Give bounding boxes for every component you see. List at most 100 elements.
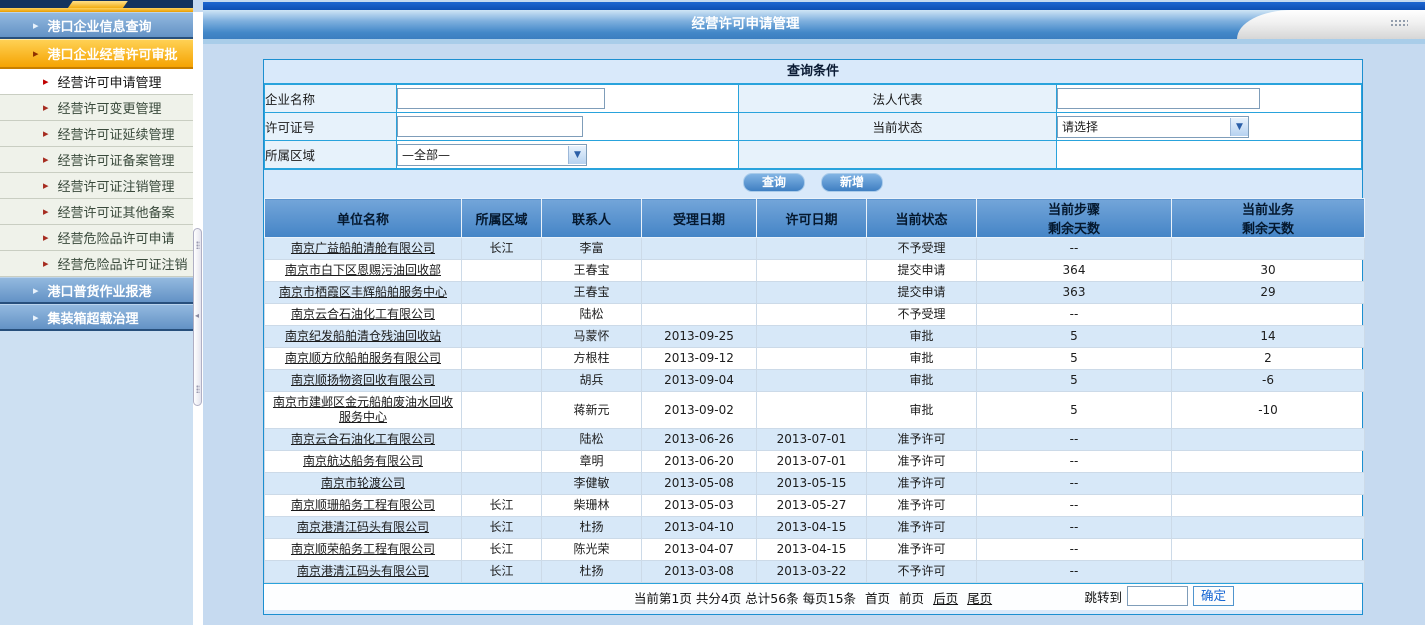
sidebar-subitem-1[interactable]: ▸经营许可变更管理 (0, 95, 193, 121)
cell-accept-date (642, 282, 757, 304)
cell-biz-days-left (1172, 304, 1365, 326)
first-page-link[interactable]: 首页 (865, 588, 890, 607)
cell-contact: 杜扬 (542, 561, 642, 583)
company-link[interactable]: 南京顺方欣船舶服务有限公司 (285, 351, 441, 365)
current-status-select[interactable]: 请选择 ▼ (1057, 116, 1249, 138)
company-link[interactable]: 南京市栖霞区丰辉船舶服务中心 (279, 285, 447, 299)
arrow-icon: ▸ (43, 180, 49, 191)
collapse-arrow-icon: ◂ (195, 311, 199, 320)
sidebar-splitter[interactable]: ◂ (193, 228, 202, 406)
cell-biz-days-left (1172, 561, 1365, 583)
arrow-icon: ▸ (43, 206, 49, 217)
cell-company-name: 南京顺扬物资回收有限公司 (265, 370, 462, 392)
sidebar-group-active[interactable]: ▸ 港口企业经营许可审批 (0, 39, 193, 69)
content-panel: 查询条件 企业名称 法人代表 许可证号 当前状态 请选择 ▼ (263, 59, 1363, 615)
chevron-down-icon: ▼ (568, 146, 586, 164)
cell-company-name: 南京云合石油化工有限公司 (265, 429, 462, 451)
search-button[interactable]: 查询 (743, 173, 805, 192)
company-link[interactable]: 南京顺珊船务工程有限公司 (291, 498, 435, 512)
company-name-input[interactable] (397, 88, 605, 109)
arrow-icon: ▸ (43, 76, 49, 87)
company-link[interactable]: 南京航达船务有限公司 (303, 454, 423, 468)
cell-company-name: 南京云合石油化工有限公司 (265, 304, 462, 326)
query-conditions-title: 查询条件 (264, 60, 1362, 84)
cell-step-days-left: -- (977, 238, 1172, 260)
add-button[interactable]: 新增 (821, 173, 883, 192)
cell-step-days-left: 5 (977, 392, 1172, 429)
sidebar-subitem-2[interactable]: ▸经营许可证延续管理 (0, 121, 193, 147)
legal-rep-input[interactable] (1057, 88, 1260, 109)
page-title-bar: 经营许可申请管理 (203, 10, 1425, 39)
cell-license-date: 2013-05-27 (757, 495, 867, 517)
cell-region (462, 304, 542, 326)
company-link[interactable]: 南京市白下区恩赐污油回收部 (285, 263, 441, 277)
sidebar-subitem-3[interactable]: ▸经营许可证备案管理 (0, 147, 193, 173)
company-link[interactable]: 南京市建邺区金元船舶废油水回收服务中心 (273, 395, 453, 424)
cell-accept-date: 2013-03-08 (642, 561, 757, 583)
cell-license-date: 2013-05-15 (757, 473, 867, 495)
column-header: 受理日期 (642, 199, 757, 238)
prev-page-link[interactable]: 前页 (899, 588, 924, 607)
pagination-bar: 当前第1页 共分4页 总计56条 每页15条 首页 前页 后页 尾页 跳转到 确… (264, 583, 1362, 610)
arrow-icon: ▸ (33, 312, 39, 323)
company-link[interactable]: 南京云合石油化工有限公司 (291, 307, 435, 321)
company-link[interactable]: 南京市轮渡公司 (321, 476, 405, 490)
window-grip-icon[interactable] (1390, 19, 1408, 28)
cell-accept-date: 2013-09-04 (642, 370, 757, 392)
region-select[interactable]: —全部— ▼ (397, 144, 587, 166)
sidebar-item-bottom-0[interactable]: ▸港口普货作业报港 (0, 277, 193, 304)
arrow-icon: ▸ (33, 48, 39, 59)
company-link[interactable]: 南京云合石油化工有限公司 (291, 432, 435, 446)
sidebar-item-label: 经营危险品许可证注销 (58, 254, 188, 273)
arrow-icon: ▸ (33, 285, 39, 296)
cell-contact: 胡兵 (542, 370, 642, 392)
cell-region (462, 282, 542, 304)
confirm-button[interactable]: 确定 (1193, 586, 1234, 606)
last-page-link[interactable]: 尾页 (967, 588, 992, 607)
cell-biz-days-left: 29 (1172, 282, 1365, 304)
sidebar-subitem-6[interactable]: ▸经营危险品许可申请 (0, 225, 193, 251)
cell-region (462, 260, 542, 282)
sidebar-item-bottom-1[interactable]: ▸集装箱超载治理 (0, 304, 193, 331)
pagination-summary: 当前第1页 共分4页 总计56条 每页15条 (634, 588, 856, 607)
cell-company-name: 南京市栖霞区丰辉船舶服务中心 (265, 282, 462, 304)
cell-contact: 陆松 (542, 304, 642, 326)
cell-company-name: 南京顺珊船务工程有限公司 (265, 495, 462, 517)
license-no-input[interactable] (397, 116, 583, 137)
next-page-link[interactable]: 后页 (933, 588, 958, 607)
region-label: 所属区域 (265, 141, 397, 169)
cell-contact: 陈光荣 (542, 539, 642, 561)
column-header: 许可日期 (757, 199, 867, 238)
column-header: 当前步骤剩余天数 (977, 199, 1172, 238)
company-link[interactable]: 南京顺扬物资回收有限公司 (291, 373, 435, 387)
cell-license-date (757, 238, 867, 260)
cell-biz-days-left (1172, 473, 1365, 495)
company-link[interactable]: 南京港清江码头有限公司 (297, 564, 429, 578)
jump-page-input[interactable] (1127, 586, 1188, 606)
sidebar-item-label: 港口企业经营许可审批 (48, 44, 178, 63)
company-link[interactable]: 南京广益船舶清舱有限公司 (291, 241, 435, 255)
sidebar-subitem-0[interactable]: ▸经营许可申请管理 (0, 69, 193, 95)
company-link[interactable]: 南京顺荣船务工程有限公司 (291, 542, 435, 556)
cell-accept-date (642, 260, 757, 282)
company-link[interactable]: 南京纪发船舶清仓残油回收站 (285, 329, 441, 343)
sidebar-item-0[interactable]: ▸港口企业信息查询 (0, 12, 193, 39)
cell-biz-days-left (1172, 495, 1365, 517)
legal-rep-label: 法人代表 (739, 85, 1057, 113)
cell-region (462, 370, 542, 392)
company-link[interactable]: 南京港清江码头有限公司 (297, 520, 429, 534)
arrow-icon: ▸ (43, 128, 49, 139)
cell-region (462, 473, 542, 495)
cell-region: 长江 (462, 495, 542, 517)
sidebar-subitem-7[interactable]: ▸经营危险品许可证注销 (0, 251, 193, 277)
grip-dots-icon (196, 241, 200, 249)
sidebar-item-label: 港口企业信息查询 (48, 16, 152, 35)
column-header: 当前状态 (867, 199, 977, 238)
cell-step-days-left: -- (977, 517, 1172, 539)
cell-status: 审批 (867, 326, 977, 348)
page-title: 经营许可申请管理 (203, 10, 1288, 39)
sidebar-subitem-5[interactable]: ▸经营许可证其他备案 (0, 199, 193, 225)
cell-accept-date: 2013-06-26 (642, 429, 757, 451)
application-window: ▸港口企业信息查询▸港口企业经营许可审批▸经营许可申请管理▸经营许可变更管理▸经… (0, 0, 1425, 625)
sidebar-subitem-4[interactable]: ▸经营许可证注销管理 (0, 173, 193, 199)
